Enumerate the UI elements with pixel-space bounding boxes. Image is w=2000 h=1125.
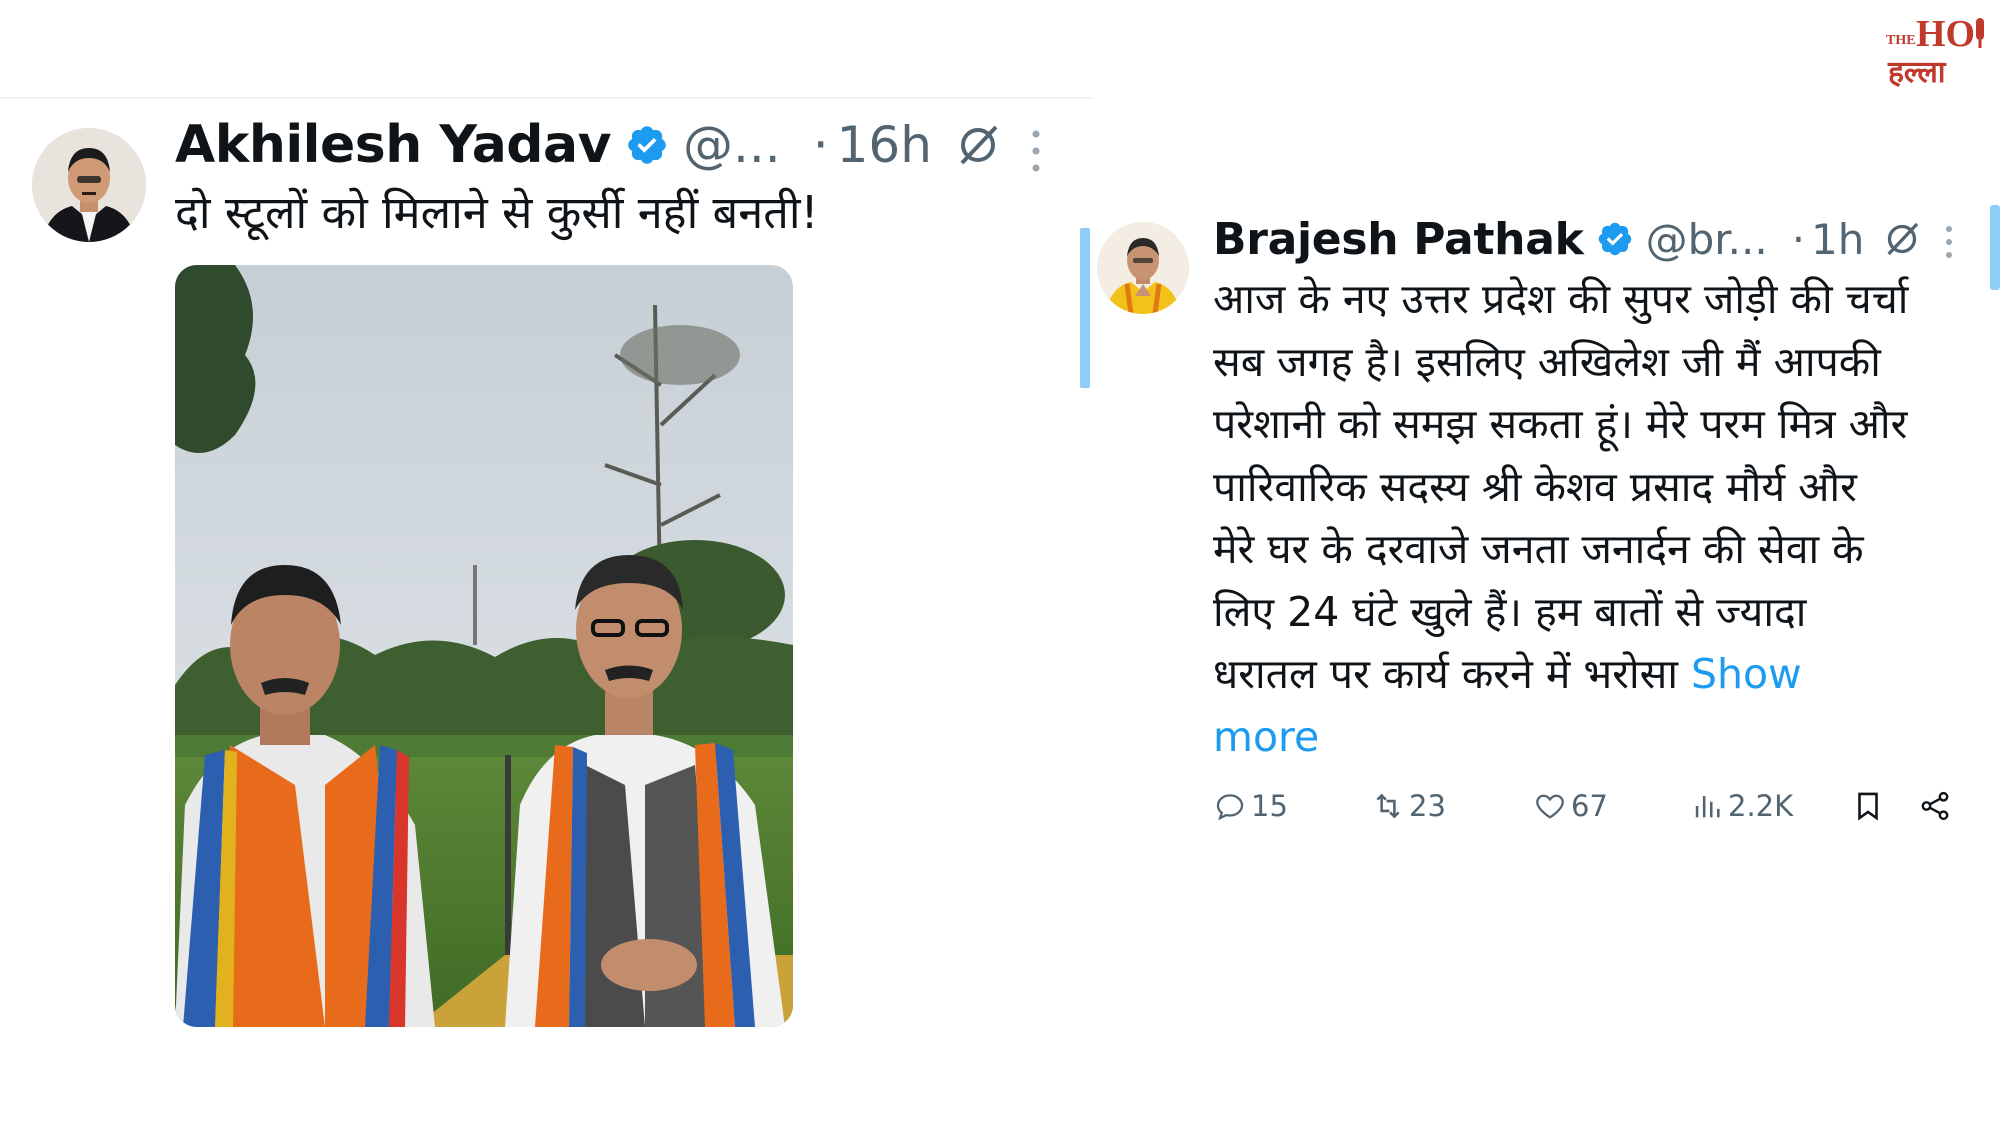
separator-dot: ·: [1791, 214, 1806, 264]
tweet-header: Brajesh Pathak @br... · 1h: [1213, 210, 1922, 268]
more-icon[interactable]: [1030, 128, 1042, 174]
tweet-text-line: धरातल पर कार्य करने में भरोसा Show: [1213, 643, 1983, 706]
share-button[interactable]: [1918, 782, 1956, 830]
views-button[interactable]: 2.2K: [1690, 782, 1793, 830]
author-handle[interactable]: @br...: [1646, 215, 1768, 264]
tweet-text-segment: धरातल पर कार्य करने में भरोसा: [1213, 650, 1678, 698]
scrollbar[interactable]: [1990, 205, 2000, 290]
tweet-text: दो स्टूलों को मिलाने से कुर्सी नहीं बनती…: [175, 186, 819, 239]
like-button[interactable]: 67: [1533, 782, 1608, 830]
tweet-time[interactable]: 16h: [837, 116, 932, 174]
like-count: 67: [1571, 789, 1608, 823]
heart-icon: [1536, 794, 1564, 819]
show-more-link[interactable]: Show: [1691, 650, 1802, 698]
tweet-text-line: लिए 24 घंटे खुले हैं। हम बातों से ज्यादा: [1213, 587, 1807, 636]
akhilesh-yadav-avatar[interactable]: [32, 128, 146, 242]
tweet-time[interactable]: 1h: [1811, 215, 1864, 264]
views-count: 2.2K: [1728, 789, 1794, 823]
separator-dot: ·: [812, 116, 829, 174]
repost-count: 23: [1409, 789, 1446, 823]
tweet-text-line: परेशानी को समझ सकता हूं। मेरे परम मित्र …: [1213, 400, 1908, 448]
reply-button[interactable]: 15: [1213, 782, 1288, 830]
tweet-video[interactable]: [175, 265, 793, 1027]
bookmark-icon: [1858, 792, 1878, 821]
tweet-text-line: आज के नए उत्तर प्रदेश की सुपर जोड़ी की च…: [1213, 275, 1909, 323]
verified-badge-icon: [1598, 222, 1631, 256]
tweet-text-line: पारिवारिक सदस्य श्री केशव प्रसाद मौर्य औ…: [1213, 462, 1857, 511]
thread-line: [1080, 228, 1090, 388]
verified-badge-icon: [628, 126, 666, 164]
the-hohalla-logo: THE HO हल्ला: [1886, 13, 1984, 88]
brajesh-pathak-avatar[interactable]: [1097, 222, 1189, 314]
author-handle[interactable]: @...: [683, 116, 781, 174]
tweet-text-line: सब जगह है। इसलिए अखिलेश जी मैं आपकी: [1213, 337, 1881, 386]
reply-count: 15: [1251, 789, 1288, 823]
show-more-link[interactable]: more: [1213, 706, 1983, 769]
tweet-text: आज के नए उत्तर प्रदेश की सुपर जोड़ी की च…: [1213, 268, 1983, 768]
bookmark-button[interactable]: [1851, 782, 1889, 830]
top-divider: [0, 97, 1092, 99]
tweet-header: Akhilesh Yadav @... · 16h: [175, 112, 1002, 178]
tweet-text-line: मेरे घर के दरवाजे जनता जनार्दन की सेवा क…: [1213, 525, 1864, 573]
views-icon: [1695, 796, 1720, 818]
author-name[interactable]: Akhilesh Yadav: [175, 115, 612, 175]
svg-text:HO: HO: [1916, 13, 1975, 55]
author-name[interactable]: Brajesh Pathak: [1213, 214, 1584, 265]
tweet-actions: 15 23 67 2.2K: [1213, 782, 1958, 830]
svg-text:हल्ला: हल्ला: [1887, 55, 1947, 88]
repost-button[interactable]: 23: [1371, 782, 1446, 830]
reply-icon: [1216, 794, 1244, 821]
repost-icon: [1376, 793, 1400, 819]
grok-icon[interactable]: [1882, 219, 1922, 259]
share-icon: [1921, 791, 1949, 821]
more-icon[interactable]: [1944, 224, 1954, 260]
grok-icon[interactable]: [954, 121, 1002, 169]
svg-text:THE: THE: [1886, 33, 1916, 48]
